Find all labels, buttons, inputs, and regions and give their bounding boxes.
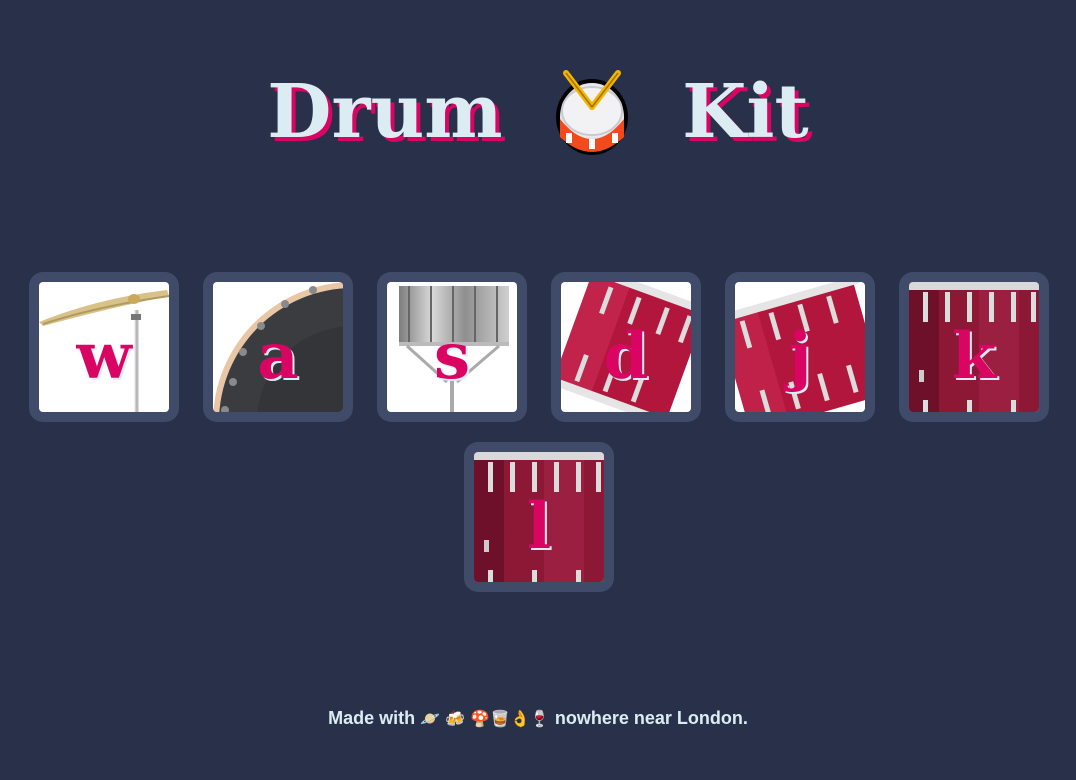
pad-face: d (561, 282, 691, 412)
pad-key-label: d (603, 319, 649, 394)
pad-face: k (909, 282, 1039, 412)
drum-pad-s[interactable]: s (377, 272, 527, 422)
drum-pad-w[interactable]: w (29, 272, 179, 422)
drum-pad-d[interactable]: d (551, 272, 701, 422)
footer-text-before: Made with (328, 708, 416, 728)
footer: Made with 🪐 🍻 🍄🥃👌🍷 nowhere near London. (0, 708, 1076, 729)
title-word-drum: Drum (267, 68, 503, 155)
pad-face: a (213, 282, 343, 412)
footer-text-after: nowhere near London. (554, 708, 748, 728)
pad-key-label: k (951, 319, 997, 394)
pad-face: s (387, 282, 517, 412)
drum-pad-a[interactable]: a (203, 272, 353, 422)
title-word-kit: Kit (682, 68, 809, 155)
pad-face: w (39, 282, 169, 412)
pad-key-label: w (76, 319, 132, 394)
pad-key-label: a (257, 319, 299, 394)
pad-key-label: l (526, 489, 552, 564)
page-title: Drum Kit (0, 58, 1076, 160)
drum-pad-j[interactable]: j (725, 272, 875, 422)
drum-icon (556, 69, 629, 155)
drum-pad-k[interactable]: k (899, 272, 1049, 422)
pad-face: l (474, 452, 604, 582)
pad-face: j (735, 282, 865, 412)
footer-emojis: 🪐 🍻 🍄🥃👌🍷 (420, 709, 550, 728)
drum-pad-l[interactable]: l (464, 442, 614, 592)
pad-key-label: s (433, 319, 471, 394)
pad-key-label: j (788, 319, 812, 394)
